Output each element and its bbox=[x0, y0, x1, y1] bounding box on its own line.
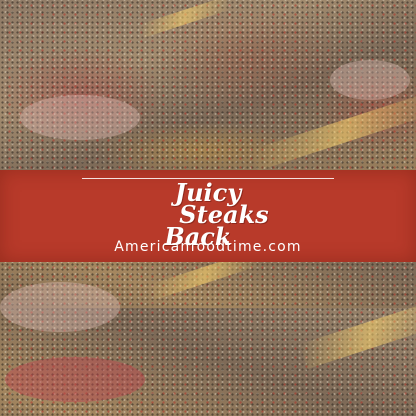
fat-marbling bbox=[0, 282, 120, 332]
fat-marbling bbox=[20, 95, 140, 140]
steak-photo-top bbox=[0, 0, 416, 170]
raw-meat-edge bbox=[5, 357, 145, 402]
fat-marbling bbox=[330, 60, 410, 100]
title-banner: Juicy Steaks Back Americanfoodtime.com bbox=[0, 170, 416, 262]
steak-photo-bottom bbox=[0, 262, 416, 416]
website-label: Americanfoodtime.com bbox=[114, 239, 302, 255]
